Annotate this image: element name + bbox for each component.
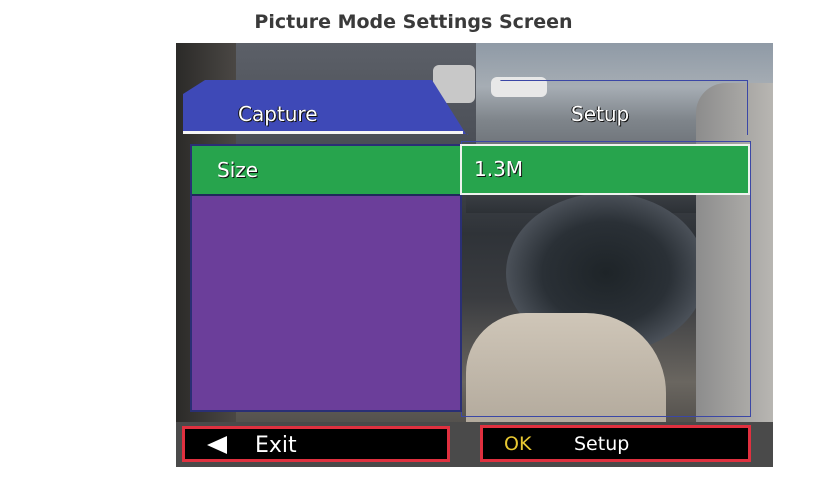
setup-hint-label: Setup xyxy=(574,433,630,455)
device-screen: Capture Setup Size 1.3M Exit OK Setup xyxy=(176,43,773,467)
menu-item-size[interactable]: Size xyxy=(192,146,460,196)
exit-label: Exit xyxy=(255,433,297,458)
ok-label: OK xyxy=(504,433,532,455)
menu-value-label: 1.3M xyxy=(474,157,524,181)
tab-capture-label: Capture xyxy=(238,102,318,126)
ok-setup-button[interactable]: OK Setup xyxy=(480,425,751,462)
menu-item-label: Size xyxy=(217,158,259,182)
menu-value-selected[interactable]: 1.3M xyxy=(460,144,750,195)
left-triangle-icon xyxy=(207,436,227,454)
tab-setup-label: Setup xyxy=(571,102,630,126)
tab-active-underline xyxy=(183,131,463,134)
page-heading: Picture Mode Settings Screen xyxy=(254,11,573,33)
exit-button[interactable]: Exit xyxy=(182,426,450,462)
